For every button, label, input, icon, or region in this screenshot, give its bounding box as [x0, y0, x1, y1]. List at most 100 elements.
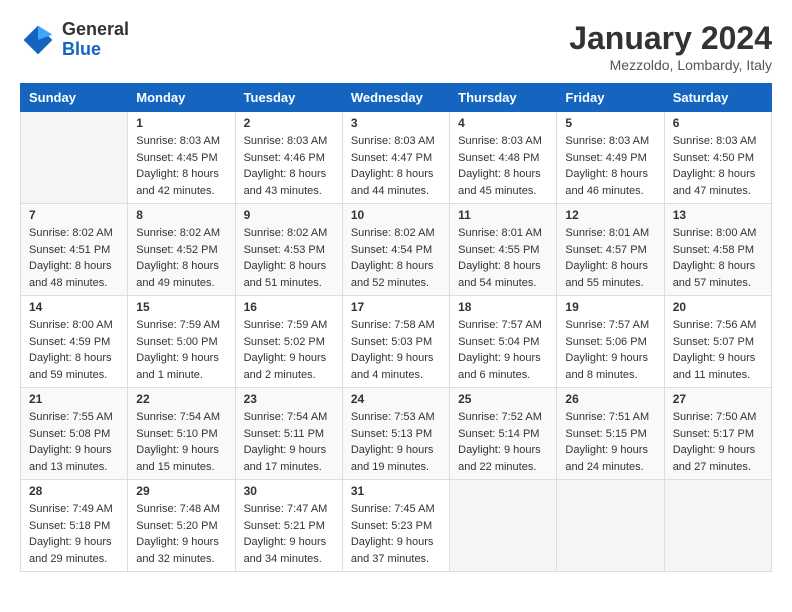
sunset-label: Sunset: 4:58 PM — [673, 244, 754, 256]
day-cell: 12 Sunrise: 8:01 AM Sunset: 4:57 PM Dayl… — [557, 204, 664, 296]
day-number: 10 — [351, 208, 441, 222]
sunset-label: Sunset: 4:53 PM — [244, 244, 325, 256]
day-info: Sunrise: 7:50 AM Sunset: 5:17 PM Dayligh… — [673, 409, 763, 475]
sunrise-label: Sunrise: 8:03 AM — [673, 135, 757, 147]
day-cell: 8 Sunrise: 8:02 AM Sunset: 4:52 PM Dayli… — [128, 204, 235, 296]
header-cell-monday: Monday — [128, 84, 235, 112]
day-info: Sunrise: 7:51 AM Sunset: 5:15 PM Dayligh… — [565, 409, 655, 475]
day-number: 17 — [351, 300, 441, 314]
day-number: 2 — [244, 116, 334, 130]
day-number: 18 — [458, 300, 548, 314]
daylight-label: Daylight: 9 hours and 4 minutes. — [351, 352, 434, 381]
sunset-label: Sunset: 5:23 PM — [351, 520, 432, 532]
sunrise-label: Sunrise: 8:01 AM — [458, 227, 542, 239]
day-cell: 3 Sunrise: 8:03 AM Sunset: 4:47 PM Dayli… — [342, 112, 449, 204]
daylight-label: Daylight: 8 hours and 49 minutes. — [136, 260, 219, 289]
sunset-label: Sunset: 5:20 PM — [136, 520, 217, 532]
day-info: Sunrise: 8:00 AM Sunset: 4:59 PM Dayligh… — [29, 317, 119, 383]
sunrise-label: Sunrise: 8:02 AM — [244, 227, 328, 239]
day-cell: 10 Sunrise: 8:02 AM Sunset: 4:54 PM Dayl… — [342, 204, 449, 296]
sunset-label: Sunset: 5:13 PM — [351, 428, 432, 440]
daylight-label: Daylight: 8 hours and 45 minutes. — [458, 168, 541, 197]
sunrise-label: Sunrise: 7:52 AM — [458, 411, 542, 423]
day-cell: 20 Sunrise: 7:56 AM Sunset: 5:07 PM Dayl… — [664, 296, 771, 388]
daylight-label: Daylight: 8 hours and 46 minutes. — [565, 168, 648, 197]
daylight-label: Daylight: 8 hours and 44 minutes. — [351, 168, 434, 197]
day-number: 22 — [136, 392, 226, 406]
day-number: 8 — [136, 208, 226, 222]
day-cell: 24 Sunrise: 7:53 AM Sunset: 5:13 PM Dayl… — [342, 388, 449, 480]
daylight-label: Daylight: 9 hours and 27 minutes. — [673, 444, 756, 473]
day-number: 26 — [565, 392, 655, 406]
sunset-label: Sunset: 4:51 PM — [29, 244, 110, 256]
sunset-label: Sunset: 5:04 PM — [458, 336, 539, 348]
sunset-label: Sunset: 5:02 PM — [244, 336, 325, 348]
day-cell: 25 Sunrise: 7:52 AM Sunset: 5:14 PM Dayl… — [450, 388, 557, 480]
daylight-label: Daylight: 9 hours and 29 minutes. — [29, 536, 112, 565]
sunrise-label: Sunrise: 7:59 AM — [244, 319, 328, 331]
sunrise-label: Sunrise: 7:59 AM — [136, 319, 220, 331]
day-number: 13 — [673, 208, 763, 222]
sunset-label: Sunset: 4:46 PM — [244, 152, 325, 164]
sunset-label: Sunset: 5:15 PM — [565, 428, 646, 440]
daylight-label: Daylight: 9 hours and 11 minutes. — [673, 352, 756, 381]
sunrise-label: Sunrise: 7:57 AM — [565, 319, 649, 331]
logo: General Blue — [20, 20, 129, 60]
sunset-label: Sunset: 4:55 PM — [458, 244, 539, 256]
day-number: 20 — [673, 300, 763, 314]
sunset-label: Sunset: 4:48 PM — [458, 152, 539, 164]
sunset-label: Sunset: 5:17 PM — [673, 428, 754, 440]
day-cell: 9 Sunrise: 8:02 AM Sunset: 4:53 PM Dayli… — [235, 204, 342, 296]
day-number: 15 — [136, 300, 226, 314]
calendar-subtitle: Mezzoldo, Lombardy, Italy — [569, 57, 772, 73]
day-cell: 1 Sunrise: 8:03 AM Sunset: 4:45 PM Dayli… — [128, 112, 235, 204]
day-number: 28 — [29, 484, 119, 498]
sunrise-label: Sunrise: 8:03 AM — [458, 135, 542, 147]
day-cell: 19 Sunrise: 7:57 AM Sunset: 5:06 PM Dayl… — [557, 296, 664, 388]
day-number: 21 — [29, 392, 119, 406]
sunrise-label: Sunrise: 7:55 AM — [29, 411, 113, 423]
daylight-label: Daylight: 9 hours and 15 minutes. — [136, 444, 219, 473]
sunset-label: Sunset: 4:52 PM — [136, 244, 217, 256]
day-cell: 22 Sunrise: 7:54 AM Sunset: 5:10 PM Dayl… — [128, 388, 235, 480]
day-info: Sunrise: 8:02 AM Sunset: 4:54 PM Dayligh… — [351, 225, 441, 291]
sunrise-label: Sunrise: 8:03 AM — [565, 135, 649, 147]
day-number: 5 — [565, 116, 655, 130]
day-number: 16 — [244, 300, 334, 314]
daylight-label: Daylight: 9 hours and 1 minute. — [136, 352, 219, 381]
day-number: 24 — [351, 392, 441, 406]
day-number: 7 — [29, 208, 119, 222]
sunset-label: Sunset: 5:21 PM — [244, 520, 325, 532]
sunrise-label: Sunrise: 7:54 AM — [136, 411, 220, 423]
daylight-label: Daylight: 8 hours and 51 minutes. — [244, 260, 327, 289]
day-info: Sunrise: 7:49 AM Sunset: 5:18 PM Dayligh… — [29, 501, 119, 567]
sunset-label: Sunset: 4:54 PM — [351, 244, 432, 256]
sunrise-label: Sunrise: 7:57 AM — [458, 319, 542, 331]
sunrise-label: Sunrise: 7:58 AM — [351, 319, 435, 331]
header-cell-saturday: Saturday — [664, 84, 771, 112]
sunrise-label: Sunrise: 8:00 AM — [673, 227, 757, 239]
day-cell: 6 Sunrise: 8:03 AM Sunset: 4:50 PM Dayli… — [664, 112, 771, 204]
day-info: Sunrise: 8:03 AM Sunset: 4:50 PM Dayligh… — [673, 133, 763, 199]
day-cell: 21 Sunrise: 7:55 AM Sunset: 5:08 PM Dayl… — [21, 388, 128, 480]
day-info: Sunrise: 7:58 AM Sunset: 5:03 PM Dayligh… — [351, 317, 441, 383]
daylight-label: Daylight: 9 hours and 19 minutes. — [351, 444, 434, 473]
daylight-label: Daylight: 8 hours and 54 minutes. — [458, 260, 541, 289]
daylight-label: Daylight: 9 hours and 37 minutes. — [351, 536, 434, 565]
header-cell-tuesday: Tuesday — [235, 84, 342, 112]
sunset-label: Sunset: 5:18 PM — [29, 520, 110, 532]
day-cell: 11 Sunrise: 8:01 AM Sunset: 4:55 PM Dayl… — [450, 204, 557, 296]
day-cell: 26 Sunrise: 7:51 AM Sunset: 5:15 PM Dayl… — [557, 388, 664, 480]
day-cell — [450, 480, 557, 572]
daylight-label: Daylight: 9 hours and 2 minutes. — [244, 352, 327, 381]
sunset-label: Sunset: 4:59 PM — [29, 336, 110, 348]
header-cell-wednesday: Wednesday — [342, 84, 449, 112]
day-cell: 13 Sunrise: 8:00 AM Sunset: 4:58 PM Dayl… — [664, 204, 771, 296]
day-cell — [664, 480, 771, 572]
day-cell: 2 Sunrise: 8:03 AM Sunset: 4:46 PM Dayli… — [235, 112, 342, 204]
sunset-label: Sunset: 4:45 PM — [136, 152, 217, 164]
sunset-label: Sunset: 5:08 PM — [29, 428, 110, 440]
sunset-label: Sunset: 5:03 PM — [351, 336, 432, 348]
day-info: Sunrise: 8:01 AM Sunset: 4:55 PM Dayligh… — [458, 225, 548, 291]
sunrise-label: Sunrise: 7:48 AM — [136, 503, 220, 515]
